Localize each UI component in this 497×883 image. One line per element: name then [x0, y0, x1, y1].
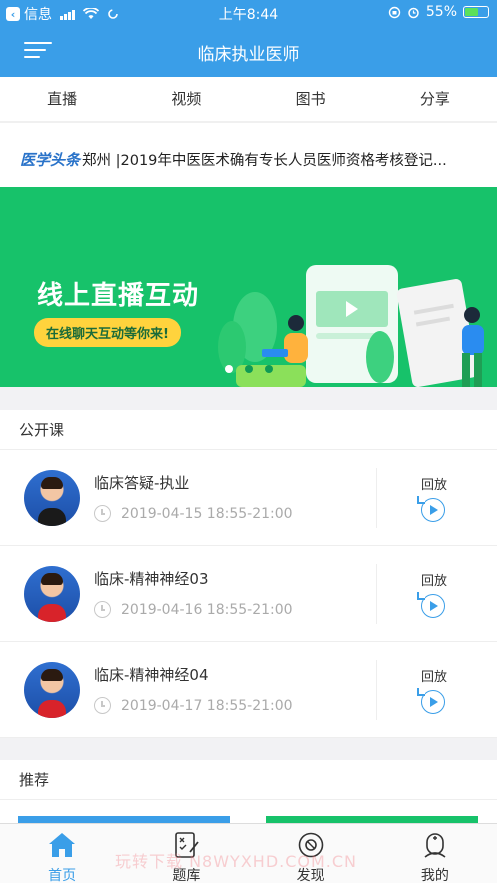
tabbar-discover[interactable]: 发现	[249, 824, 373, 883]
tabbar-question-bank[interactable]: 题库	[124, 824, 248, 883]
question-bank-icon	[175, 832, 200, 858]
battery-percent: 55%	[425, 4, 457, 20]
battery-icon	[463, 6, 489, 18]
tab-live[interactable]: 直播	[0, 77, 124, 121]
course-time-text: 2019-04-16 18:55-21:00	[121, 601, 293, 618]
tabbar-label: 首页	[48, 868, 77, 883]
rotation-lock-icon	[388, 6, 401, 18]
recommend-header: 推荐	[0, 760, 497, 800]
teacher-avatar	[24, 470, 80, 526]
replay-label: 回放	[421, 478, 448, 493]
course-row[interactable]: 临床-精神神经03 2019-04-16 18:55-21:00 回放	[0, 546, 497, 642]
news-headline[interactable]: 医学头条 郑州 |2019年中医医术确有专长人员医师资格考核登记...	[20, 148, 480, 170]
home-icon	[49, 833, 76, 857]
course-time: 2019-04-17 18:55-21:00	[94, 697, 293, 714]
replay-label: 回放	[421, 670, 448, 685]
promo-banner[interactable]: 线上直播互动 在线聊天互动等你来!	[0, 187, 497, 387]
page-title: 临床执业医师	[197, 45, 300, 65]
tab-books[interactable]: 图书	[249, 77, 373, 121]
clock-icon	[94, 697, 111, 714]
course-title: 临床-精神神经04	[94, 666, 209, 684]
status-bar: ‹ 信息 上午8:44 55%	[0, 0, 497, 26]
section-divider	[0, 387, 497, 410]
banner-tagline: 在线聊天互动等你来!	[34, 318, 181, 347]
clock-icon	[94, 505, 111, 522]
course-title: 临床-精神神经03	[94, 570, 209, 588]
course-time: 2019-04-15 18:55-21:00	[94, 505, 293, 522]
tab-share[interactable]: 分享	[373, 77, 497, 121]
bottom-tab-bar: 首页 题库 发现 我的	[0, 823, 497, 883]
course-time: 2019-04-16 18:55-21:00	[94, 601, 293, 618]
tabbar-label: 发现	[296, 868, 325, 883]
headline-text: 郑州 |2019年中医医术确有专长人员医师资格考核登记...	[82, 152, 447, 169]
headline-logo: 医学头条	[20, 150, 81, 169]
tabbar-profile[interactable]: 我的	[373, 824, 497, 883]
banner-pagination	[225, 365, 273, 373]
course-time-text: 2019-04-15 18:55-21:00	[121, 505, 293, 522]
replay-icon[interactable]	[417, 592, 445, 618]
section-divider	[0, 738, 497, 760]
banner-title: 线上直播互动	[37, 281, 200, 311]
course-row[interactable]: 临床答疑-执业 2019-04-15 18:55-21:00 回放	[0, 450, 497, 546]
replay-icon[interactable]	[417, 688, 445, 714]
tab-video[interactable]: 视频	[124, 77, 248, 121]
teacher-avatar	[24, 662, 80, 718]
course-title: 临床答疑-执业	[94, 474, 190, 492]
category-tabs: 直播 视频 图书 分享	[0, 77, 497, 123]
replay-icon[interactable]	[417, 496, 445, 522]
banner-dot[interactable]	[265, 365, 273, 373]
tabbar-home[interactable]: 首页	[0, 824, 124, 883]
alarm-icon	[408, 7, 419, 18]
row-divider	[376, 564, 377, 624]
course-time-text: 2019-04-17 18:55-21:00	[121, 697, 293, 714]
replay-label: 回放	[421, 574, 448, 589]
course-row[interactable]: 临床-精神神经04 2019-04-17 18:55-21:00 回放	[0, 642, 497, 738]
discover-icon	[298, 832, 323, 858]
public-course-header: 公开课	[0, 410, 497, 450]
profile-icon	[424, 833, 446, 858]
row-divider	[376, 468, 377, 528]
status-right: 55%	[388, 4, 489, 20]
row-divider	[376, 660, 377, 720]
banner-dot[interactable]	[245, 365, 253, 373]
nav-bar: 临床执业医师	[0, 26, 497, 77]
banner-dot[interactable]	[225, 365, 233, 373]
teacher-avatar	[24, 566, 80, 622]
clock-icon	[94, 601, 111, 618]
tabbar-label: 题库	[172, 868, 201, 883]
tabbar-label: 我的	[420, 868, 449, 883]
